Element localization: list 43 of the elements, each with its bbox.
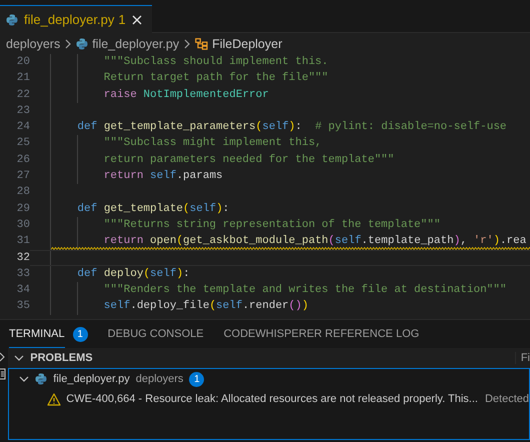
line-number: 23 — [16, 104, 30, 119]
filter-field[interactable]: Fi — [514, 352, 530, 364]
breadcrumb-item[interactable]: file_deployer.py — [92, 36, 180, 50]
line-number: 27 — [16, 169, 30, 184]
problem-file[interactable]: file_deployer.py — [53, 373, 130, 385]
line-number: 32 — [16, 250, 30, 266]
line-number: 30 — [16, 218, 30, 233]
line-number: 33 — [16, 266, 30, 282]
line-number: 22 — [16, 88, 30, 103]
chevron-right-icon — [183, 38, 192, 48]
line-number: 31 — [16, 234, 30, 250]
breadcrumb-item[interactable]: deployers — [6, 36, 60, 50]
python-file-icon — [6, 14, 18, 26]
line-number: 29 — [16, 202, 30, 217]
line-number: 21 — [16, 71, 30, 86]
line-number: 26 — [16, 152, 30, 168]
line-number: 20 — [16, 55, 30, 70]
folder-label: deployers — [136, 373, 184, 385]
panel-tab[interactable]: CODEWHISPERER REFERENCE LOG — [224, 320, 420, 348]
line-number: 28 — [16, 185, 30, 200]
chevron-down-icon[interactable] — [19, 374, 30, 384]
class-icon — [195, 38, 208, 50]
section-title[interactable]: PROBLEMS — [30, 352, 93, 364]
problem-count: 1 — [118, 12, 126, 27]
count-badge: 1 — [189, 372, 204, 386]
problem-source: Detected — [484, 393, 529, 405]
tab-filename: file_deployer.py — [24, 12, 114, 27]
panel-tab[interactable]: DEBUG CONSOLE — [108, 320, 204, 348]
list-icon[interactable] — [0, 368, 7, 380]
chevron-right-icon — [64, 38, 72, 48]
count-badge: 1 — [72, 326, 88, 342]
python-file-icon — [76, 38, 88, 50]
close-icon[interactable] — [132, 14, 142, 24]
breadcrumb-item[interactable]: FileDeployer — [212, 36, 282, 50]
line-number: 24 — [16, 120, 30, 136]
warning-icon — [47, 392, 62, 406]
editor-tab[interactable]: file_deployer.py 1 — [0, 5, 152, 33]
chevron-down-icon[interactable] — [14, 353, 24, 363]
line-number: 25 — [16, 136, 30, 152]
line-number: 34 — [16, 283, 30, 298]
line-number: 35 — [16, 299, 30, 314]
problem-message[interactable]: CWE-400,664 - Resource leak: Allocated resources are not released properly. This... — [66, 393, 478, 405]
python-file-icon — [35, 373, 48, 385]
